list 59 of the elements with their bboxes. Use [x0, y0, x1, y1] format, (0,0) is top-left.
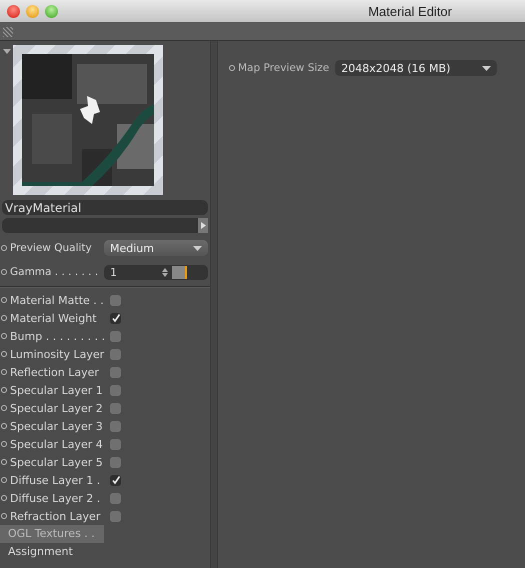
checkbox[interactable] — [110, 366, 121, 378]
channel-label: Refraction Layer — [10, 510, 102, 522]
material-name-field[interactable]: VrayMaterial — [2, 200, 208, 215]
stepper-icon[interactable] — [162, 268, 168, 276]
checkbox[interactable] — [110, 474, 121, 486]
keyframe-dot-icon[interactable] — [229, 65, 235, 71]
checkbox[interactable] — [110, 312, 121, 324]
checkbox[interactable] — [110, 294, 121, 306]
channel-label: Specular Layer 1 — [10, 384, 104, 396]
keyframe-dot-icon[interactable] — [1, 495, 7, 501]
checkbox[interactable] — [110, 384, 121, 396]
close-button[interactable] — [7, 4, 20, 18]
keyframe-dot-icon[interactable] — [1, 369, 7, 375]
keyframe-dot-icon[interactable] — [1, 387, 7, 393]
channel-label: Bump . . . . . . . . . — [10, 330, 106, 342]
channel-label: Diffuse Layer 1 . — [10, 474, 102, 486]
channel-label: Reflection Layer — [10, 366, 100, 378]
keyframe-dot-icon[interactable] — [1, 477, 7, 483]
field-label: Gamma . . . . . . . — [10, 266, 98, 278]
keyframe-dot-icon[interactable] — [1, 315, 7, 321]
channel-label: Specular Layer 4 — [10, 438, 104, 450]
play-arrow-icon[interactable] — [200, 222, 206, 229]
keyframe-dot-icon[interactable] — [1, 441, 7, 447]
caret-icon[interactable] — [193, 246, 202, 250]
grip-icon[interactable] — [3, 26, 13, 36]
keyframe-dot-icon[interactable] — [1, 297, 7, 303]
text-field[interactable] — [2, 218, 208, 233]
channel-label: Specular Layer 5 — [10, 456, 104, 468]
arrow-button[interactable] — [198, 218, 208, 233]
caret-icon[interactable] — [482, 66, 492, 70]
field-label: Map Preview Size — [238, 62, 330, 74]
keyframe-dot-icon[interactable] — [1, 245, 7, 251]
page-tab[interactable]: Assignment — [0, 543, 104, 561]
size-dropdown[interactable]: 2048x2048 (16 MB) — [335, 60, 498, 76]
keyframe-dot-icon[interactable] — [1, 423, 7, 429]
keyframe-dot-icon[interactable] — [1, 333, 7, 339]
checkbox[interactable] — [110, 492, 121, 504]
checkbox[interactable] — [110, 420, 121, 432]
keyframe-dot-icon[interactable] — [1, 269, 7, 275]
checkbox[interactable] — [110, 330, 121, 342]
keyframe-dot-icon[interactable] — [1, 459, 7, 465]
keyframe-dot-icon[interactable] — [1, 351, 7, 357]
channel-label: Specular Layer 2 — [10, 402, 104, 414]
channel-label: Diffuse Layer 2 . — [10, 492, 102, 504]
checkbox[interactable] — [110, 348, 121, 360]
channel-label: Material Weight — [10, 312, 98, 324]
checkbox[interactable] — [110, 438, 121, 450]
checkbox[interactable] — [110, 456, 121, 468]
channel-label: Material Matte . . — [10, 294, 105, 306]
quality-dropdown[interactable]: Medium — [104, 240, 208, 256]
slider-fill[interactable] — [172, 266, 188, 278]
channel-label: Specular Layer 3 — [10, 420, 104, 432]
checkbox[interactable] — [110, 402, 121, 414]
keyframe-dot-icon[interactable] — [1, 405, 7, 411]
channel-label: Luminosity Layer — [10, 348, 106, 360]
keyframe-dot-icon[interactable] — [1, 513, 7, 519]
field-label: Preview Quality — [10, 242, 92, 254]
checkbox[interactable] — [110, 510, 121, 522]
window-title: Material Editor — [368, 4, 452, 18]
